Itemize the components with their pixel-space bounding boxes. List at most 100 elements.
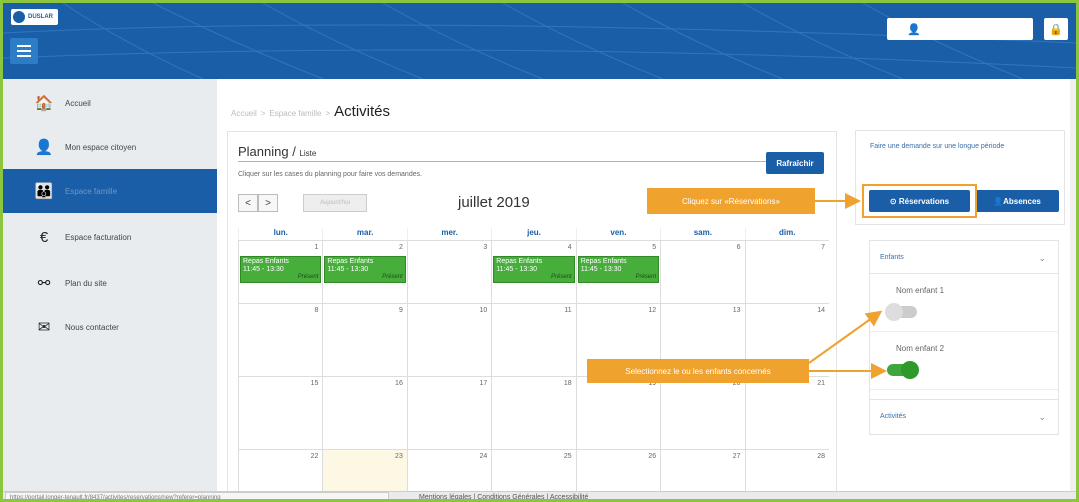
breadcrumb-separator: > — [325, 109, 331, 118]
lock-icon[interactable]: 🔒 — [1044, 18, 1068, 40]
sidebar-item-label: Mon espace citoyen — [65, 142, 137, 152]
calendar-header: lun. mar. mer. jeu. ven. sam. dim. — [238, 228, 829, 241]
prev-month-button[interactable]: < — [238, 194, 258, 212]
calendar-day-cell[interactable]: 11 — [491, 304, 575, 376]
day-number: 27 — [732, 453, 741, 460]
day-number: 28 — [817, 453, 825, 460]
calendar-day-cell[interactable]: 8 — [238, 304, 322, 376]
event-title: Repas Enfants — [496, 258, 543, 265]
breadcrumb-section[interactable]: Espace famille — [269, 109, 321, 118]
absences-button[interactable]: 👤 Absences — [975, 190, 1059, 212]
calendar-day-cell[interactable]: 5 Repas Enfants 11:45 - 13:30 Présent — [575, 241, 660, 303]
day-number: 23 — [395, 453, 403, 460]
day-number: 21 — [817, 380, 825, 387]
chevron-down-icon: ⌄ — [1038, 412, 1046, 422]
day-number: 22 — [310, 453, 319, 460]
activities-panel[interactable]: Activités ⌄ — [869, 399, 1059, 435]
event-block[interactable]: Repas Enfants 11:45 - 13:30 Présent — [493, 256, 575, 283]
callout-children: Selectionnez le ou les enfants concernés — [587, 359, 809, 383]
highlight-frame — [862, 184, 977, 218]
calendar-day-cell[interactable]: 20 — [660, 377, 744, 449]
day-header: sam. — [660, 228, 744, 240]
sidebar-item-espace-citoyen[interactable]: 👤 Mon espace citoyen — [3, 125, 217, 169]
absences-label: Absences — [1003, 196, 1041, 206]
event-status: Présent — [635, 274, 657, 280]
calendar-day-cell[interactable]: 21 — [744, 377, 829, 449]
day-number: 10 — [479, 307, 488, 314]
child-name: Nom enfant 1 — [896, 286, 945, 295]
sidebar-item-contact[interactable]: ✉ Nous contacter — [3, 305, 217, 349]
day-header: lun. — [238, 228, 322, 240]
next-month-button[interactable]: > — [258, 194, 278, 212]
planning-hint: Cliquer sur les cases du planning pour f… — [238, 171, 423, 178]
event-status: Présent — [297, 274, 319, 280]
calendar-day-cell[interactable]: 3 — [406, 241, 491, 303]
day-number: 18 — [563, 380, 572, 387]
sitemap-icon: ⚯ — [37, 275, 51, 292]
day-header: jeu. — [491, 228, 575, 240]
user-remove-icon: 👤 — [993, 196, 1004, 206]
event-title: Repas Enfants — [243, 258, 289, 265]
activities-header[interactable]: Activités ⌄ — [870, 400, 1058, 422]
day-number: 8 — [314, 307, 319, 314]
sidebar-item-espace-famille[interactable]: 👪 Espace famille — [3, 169, 217, 213]
child-toggle[interactable] — [887, 361, 919, 379]
long-period-text[interactable]: Faire une demande sur une longue période — [870, 141, 1020, 152]
calendar-day-cell[interactable]: 16 — [322, 377, 406, 449]
user-icon: 👤 — [907, 24, 921, 36]
child-name: Nom enfant 2 — [896, 344, 945, 353]
planning-title-sep: / — [288, 144, 300, 159]
event-block[interactable]: Repas Enfants 11:45 - 13:30 Présent — [324, 256, 406, 283]
today-button[interactable]: Aujourd'hui — [303, 194, 367, 212]
children-panel: Enfants ⌄ Nom enfant 1 Nom enfant 2 — [869, 240, 1059, 400]
sidebar-item-label: Accueil — [65, 98, 91, 108]
event-block[interactable]: Repas Enfants 11:45 - 13:30 Présent — [577, 256, 660, 283]
status-url: https://portail.longer-tenault.fr/8437/a… — [5, 492, 389, 499]
event-title: Repas Enfants — [580, 258, 627, 265]
logo[interactable]: DUSLAR — [11, 9, 58, 25]
logo-mark — [13, 11, 25, 23]
sidebar-item-facturation[interactable]: € Espace facturation — [3, 215, 217, 259]
day-number: 4 — [567, 244, 572, 251]
sidebar-item-label: Nous contacter — [65, 322, 119, 332]
sidebar-item-plan-du-site[interactable]: ⚯ Plan du site — [3, 261, 217, 305]
chevron-down-icon: ⌄ — [1038, 253, 1046, 263]
calendar-day-cell[interactable]: 1 Repas Enfants 11:45 - 13:30 Présent — [238, 241, 322, 303]
calendar-day-cell[interactable]: 6 — [660, 241, 744, 303]
envelope-icon: ✉ — [37, 319, 51, 336]
calendar-day-cell[interactable]: 9 — [322, 304, 406, 376]
calendar-day-cell[interactable]: 19 — [575, 377, 660, 449]
calendar-day-cell[interactable]: 18 — [491, 377, 575, 449]
calendar-day-cell[interactable]: 4 Repas Enfants 11:45 - 13:30 Présent — [491, 241, 575, 303]
list-view-link[interactable]: Liste — [299, 149, 316, 158]
sidebar-item-accueil[interactable]: 🏠 Accueil — [3, 81, 217, 125]
screenshot-frame: DUSLAR 👤 🔒 🏠 Accueil 👤 Mon espace citoye… — [0, 0, 1079, 502]
footer-links[interactable]: Mentions légales | Conditions Générales … — [419, 494, 588, 499]
refresh-button[interactable]: Rafraîchir — [766, 152, 824, 174]
calendar-day-cell[interactable]: 17 — [406, 377, 491, 449]
day-number: 17 — [479, 380, 488, 387]
month-label: juillet 2019 — [458, 194, 530, 211]
calendar-day-cell[interactable]: 10 — [406, 304, 491, 376]
hamburger-icon[interactable] — [10, 38, 38, 64]
calendar-day-cell[interactable]: 15 — [238, 377, 322, 449]
day-number: 9 — [398, 307, 403, 314]
calendar-day-cell[interactable]: 2 Repas Enfants 11:45 - 13:30 Présent — [322, 241, 406, 303]
child-toggle[interactable] — [885, 303, 917, 321]
home-icon: 🏠 — [34, 95, 54, 112]
calendar-day-cell[interactable]: 7 — [744, 241, 829, 303]
user-account-button[interactable]: 👤 — [887, 18, 1033, 40]
sidebar-item-label: Espace famille — [65, 186, 118, 196]
breadcrumb-home[interactable]: Accueil — [231, 109, 257, 118]
logo-text: DUSLAR — [28, 14, 53, 20]
scrollbar[interactable] — [1070, 79, 1076, 491]
children-header[interactable]: Enfants ⌄ — [870, 241, 1058, 274]
day-number: 24 — [479, 453, 488, 460]
day-header: mar. — [322, 228, 406, 240]
event-block[interactable]: Repas Enfants 11:45 - 13:30 Présent — [240, 256, 322, 283]
day-number: 6 — [736, 244, 741, 251]
day-number: 13 — [732, 307, 741, 314]
top-header: DUSLAR 👤 🔒 — [3, 3, 1076, 79]
event-title: Repas Enfants — [327, 258, 374, 265]
child-item: Nom enfant 2 — [870, 332, 1058, 390]
